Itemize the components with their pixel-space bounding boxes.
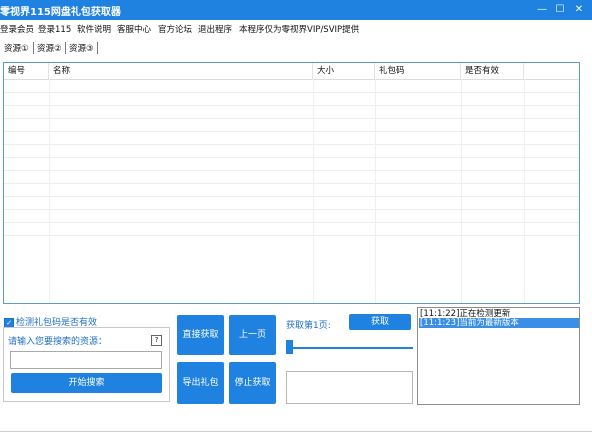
minimize-icon[interactable]: — <box>533 2 551 17</box>
tab-divider <box>65 42 66 54</box>
status-divider <box>0 431 592 432</box>
menu-login-member[interactable]: 登录会员 <box>0 23 34 35</box>
column-header-size[interactable]: 大小 <box>313 63 375 79</box>
column-divider <box>524 79 525 303</box>
column-divider <box>49 79 50 303</box>
search-label: 请输入您要搜索的资源： <box>8 337 108 347</box>
title-bar: 零视界115网盘礼包获取器 — ☐ ✕ <box>0 0 592 20</box>
checkbox-check-icon[interactable]: ✓ <box>4 317 14 328</box>
menu-login-115[interactable]: 登录115 <box>38 23 71 35</box>
column-header-id[interactable]: 编号 <box>4 63 49 79</box>
tab-resource-2[interactable]: 资源② <box>37 42 62 54</box>
tab-resource-3[interactable]: 资源③ <box>69 42 94 54</box>
maximize-icon[interactable]: ☐ <box>551 2 569 17</box>
tab-resource-1[interactable]: 资源① <box>4 42 29 54</box>
prev-page-button[interactable]: 上一页 <box>229 315 276 355</box>
search-input[interactable] <box>10 351 162 369</box>
column-divider <box>461 79 462 303</box>
tab-divider <box>97 42 98 54</box>
table-row <box>4 222 579 223</box>
page-label: 获取第1页: <box>286 321 331 331</box>
table-row <box>4 170 579 171</box>
table-row <box>4 105 579 106</box>
window-title: 零视界115网盘礼包获取器 <box>0 7 121 18</box>
table-row <box>4 235 579 236</box>
column-divider <box>313 79 314 303</box>
table-row <box>4 131 579 132</box>
menu-bar: 登录会员 登录115 软件说明 客服中心 官方论坛 退出程序 本程序仅为零视界V… <box>0 20 592 37</box>
close-icon[interactable]: ✕ <box>570 2 588 17</box>
results-table[interactable]: 编号 名称 大小 礼包码 是否有效 <box>3 62 580 304</box>
menu-exit[interactable]: 退出程序 <box>198 23 232 35</box>
table-row <box>4 209 579 210</box>
stop-fetch-button[interactable]: 停止获取 <box>229 362 276 404</box>
column-header-name[interactable]: 名称 <box>49 63 313 79</box>
table-row <box>4 144 579 145</box>
help-icon[interactable]: ? <box>151 335 162 346</box>
menu-support-center[interactable]: 客服中心 <box>117 23 151 35</box>
table-header: 编号 名称 大小 礼包码 是否有效 <box>4 63 579 80</box>
info-box <box>286 371 413 404</box>
tab-divider <box>33 42 34 54</box>
column-header-gift-code[interactable]: 礼包码 <box>375 63 461 79</box>
fetch-button[interactable]: 获取 <box>349 314 411 330</box>
page-slider[interactable] <box>287 347 413 349</box>
table-row <box>4 118 579 119</box>
table-row <box>4 196 579 197</box>
direct-fetch-button[interactable]: 直接获取 <box>177 315 224 355</box>
start-search-button[interactable]: 开始搜索 <box>11 373 162 393</box>
column-header-valid[interactable]: 是否有效 <box>461 63 524 79</box>
column-divider <box>375 79 376 303</box>
table-row <box>4 183 579 184</box>
resource-tabs: 资源① 资源② 资源③ <box>0 40 592 56</box>
menu-software-info[interactable]: 软件说明 <box>77 23 111 35</box>
page-slider-thumb[interactable] <box>286 340 293 354</box>
table-row <box>4 157 579 158</box>
table-row <box>4 92 579 93</box>
log-list[interactable]: [11:1:22]正在检测更新 [11:1:23]当前为最新版本 <box>417 307 580 405</box>
log-line-selected[interactable]: [11:1:23]当前为最新版本 <box>419 318 579 328</box>
export-gift-button[interactable]: 导出礼包 <box>177 362 224 404</box>
menu-vip-notice: 本程序仅为零视界VIP/SVIP提供 <box>239 25 360 35</box>
menu-official-forum[interactable]: 官方论坛 <box>158 23 192 35</box>
